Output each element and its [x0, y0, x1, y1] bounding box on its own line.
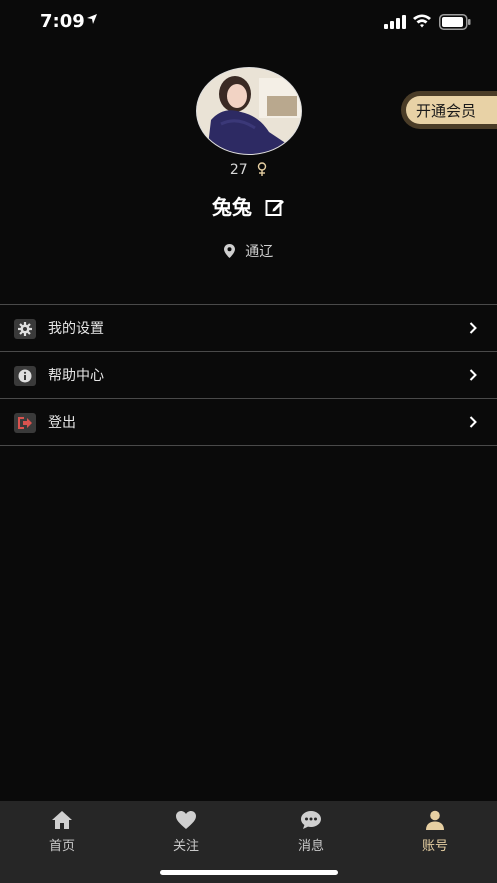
gear-icon — [14, 319, 36, 339]
location-text: 通辽 — [245, 244, 274, 260]
location-arrow-icon — [87, 14, 97, 24]
tab-label: 消息 — [297, 839, 324, 854]
tab-follow[interactable]: 关注 — [124, 809, 248, 854]
edit-icon[interactable] — [265, 197, 285, 217]
person-icon — [426, 810, 444, 830]
age-value: 27 — [229, 162, 248, 178]
menu-item-logout[interactable]: 登出 — [0, 399, 497, 446]
menu-item-settings[interactable]: 我的设置 — [0, 305, 497, 352]
home-icon — [52, 811, 72, 829]
location-row: 通辽 — [0, 241, 497, 261]
age-row: 27 — [0, 162, 497, 178]
avatar-photo — [197, 68, 301, 154]
home-indicator[interactable] — [160, 870, 338, 875]
menu-item-label: 登出 — [48, 415, 76, 431]
tab-home[interactable]: 首页 — [0, 809, 124, 854]
menu-item-label: 我的设置 — [48, 321, 104, 337]
tab-label: 关注 — [172, 839, 199, 854]
menu-item-label: 帮助中心 — [48, 368, 104, 384]
name-row: 兔兔 — [0, 191, 497, 220]
info-icon — [14, 366, 36, 386]
account-screen: 7:09 开通会员 27 兔兔 通辽 我的设置 帮助中心 登出 首页 关注 消息… — [0, 0, 497, 883]
female-icon — [257, 162, 267, 176]
menu-item-help[interactable]: 帮助中心 — [0, 352, 497, 399]
nickname: 兔兔 — [212, 195, 253, 219]
chevron-right-icon — [469, 322, 477, 334]
status-bar: 7:09 — [0, 0, 497, 44]
signal-icon — [384, 15, 406, 29]
heart-icon — [176, 811, 196, 829]
account-menu: 我的设置 帮助中心 登出 — [0, 304, 497, 446]
avatar[interactable] — [196, 67, 302, 155]
location-pin-icon — [223, 244, 235, 258]
battery-icon — [439, 14, 471, 30]
chat-icon — [301, 811, 321, 829]
logout-icon — [14, 413, 36, 433]
tab-messages[interactable]: 消息 — [249, 809, 373, 854]
vip-button-label: 开通会员 — [416, 101, 477, 120]
vip-button[interactable]: 开通会员 — [401, 91, 497, 129]
status-time: 7:09 — [40, 11, 85, 32]
tab-label: 首页 — [48, 839, 75, 854]
tab-label: 账号 — [421, 839, 448, 854]
chevron-right-icon — [469, 369, 477, 381]
tab-account[interactable]: 账号 — [373, 809, 497, 854]
chevron-right-icon — [469, 416, 477, 428]
wifi-icon — [413, 14, 431, 28]
